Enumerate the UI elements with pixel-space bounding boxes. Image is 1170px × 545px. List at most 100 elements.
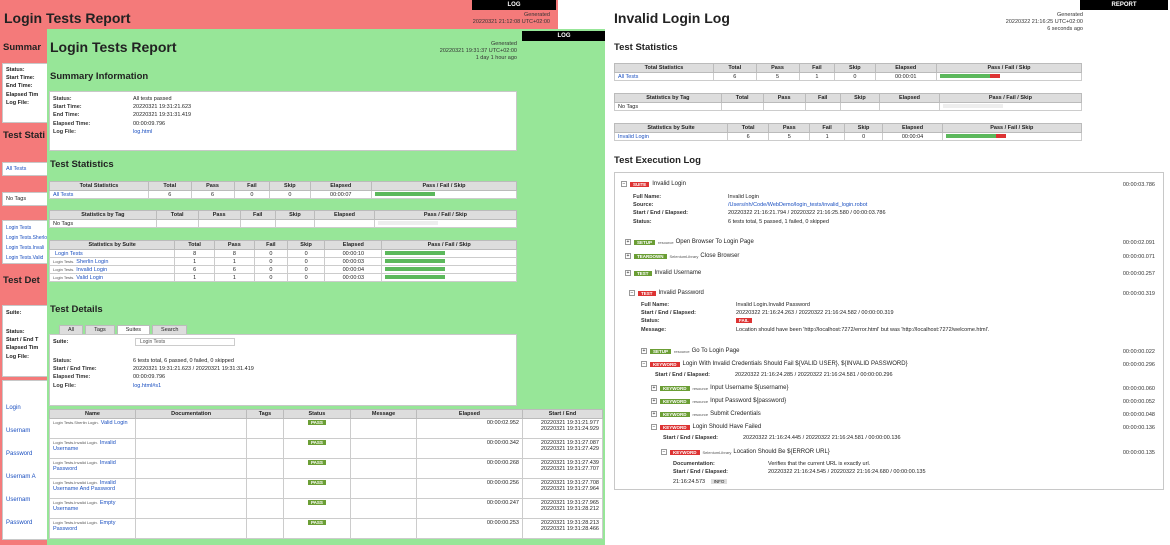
expand-icon[interactable]: + <box>651 411 657 417</box>
collapse-icon[interactable]: − <box>651 424 657 430</box>
table-row: Login Tests.Sherlin Login. Valid Login PAS… <box>49 418 603 439</box>
test-link[interactable]: Password <box>6 520 32 526</box>
collapse-icon[interactable]: − <box>641 361 647 367</box>
collapse-icon[interactable]: − <box>661 449 667 455</box>
generated-time: 20220321 21:12:08 UTC+02:00 <box>472 19 550 25</box>
generated-info: Generated 20220321 21:12:08 UTC+02:00 <box>360 12 550 26</box>
test1-elapsed: 00:00:00.257 <box>1122 271 1155 277</box>
test1-row[interactable]: + TEST Invalid Username <box>625 270 1163 276</box>
column-header: Statistics by Suite <box>613 123 729 133</box>
test-link[interactable]: Usernam <box>6 428 30 434</box>
test2-row[interactable]: − TEST Invalid Password <box>629 290 1163 296</box>
stat-skip: 0 <box>269 190 311 199</box>
suite-info-row: Source: /Users/nh/Code/WebDemo/login_test… <box>633 201 886 209</box>
teardown-row[interactable]: + TEARDOWN SeleniumLibrary Close Browser <box>625 253 1163 259</box>
kv-key: Full Name: <box>633 194 662 200</box>
kv-key: Status: <box>641 318 660 325</box>
stat-fail <box>239 219 276 228</box>
collapse-icon[interactable]: − <box>621 181 627 187</box>
expand-icon[interactable]: + <box>641 348 647 354</box>
status-cell: PASS <box>282 458 352 479</box>
test-link[interactable]: Login <box>6 405 21 411</box>
test-name-cell: Login Tests.Sherlin Login. Valid Login <box>49 418 136 439</box>
detail-row: Start / End Time: 20220321 19:31:21.623 /… <box>53 365 254 373</box>
kv-key: Status: <box>53 96 72 102</box>
suite-link[interactable]: Login Tests.Valid <box>6 255 43 261</box>
stat-name[interactable]: Login Tests <box>55 251 83 257</box>
keyword-name: Input Password ${password} <box>710 398 787 404</box>
stat-name[interactable]: Invalid Login <box>76 267 107 273</box>
suite-link[interactable]: Login Tests.Sherlo <box>6 235 47 241</box>
kv-value: 00:00:09.796 <box>133 120 166 127</box>
log-button[interactable]: LOG <box>472 0 556 10</box>
summary-row: End Time: 20220321 19:31:31.419 <box>53 111 191 119</box>
setup-tag: SETUP <box>634 239 656 245</box>
kv-value[interactable]: /Users/nh/Code/WebDemo/login_tests/inval… <box>728 202 867 208</box>
test2-elapsed: 00:00:00.319 <box>1122 291 1155 297</box>
suite-row[interactable]: − SUITE Invalid Login <box>621 181 1163 187</box>
expand-icon[interactable]: + <box>625 253 631 259</box>
doc-cell <box>134 418 248 439</box>
t2-setup-elapsed: 00:00:00.022 <box>1122 349 1155 355</box>
kv-value[interactable]: log.html <box>133 129 152 135</box>
suite-stats-table: Statistics by Suite Total Pass Fail Skip Elap… <box>613 123 1083 141</box>
t2-setup-row[interactable]: + SETUP resource Go To Login Page <box>641 348 1163 354</box>
stat-pass: 6 <box>213 265 255 274</box>
suite-link[interactable]: Login Tests.Invali <box>6 245 44 251</box>
test-link[interactable]: Password <box>6 451 32 457</box>
test1-name: Invalid Username <box>654 270 702 276</box>
kw-fail-row[interactable]: − KEYWORD Login Should Have Failed <box>651 424 1163 430</box>
exec-heading: Test Execution Log <box>614 155 701 166</box>
summary-row: Log File: log.html <box>53 128 191 136</box>
kw-loc-row[interactable]: − KEYWORD SeleniumLibrary Location Shoul… <box>661 449 1163 455</box>
stat-name[interactable]: Invalid Login <box>618 134 649 140</box>
expand-icon[interactable]: + <box>651 385 657 391</box>
kv-value[interactable]: log.html#s1 <box>133 383 161 389</box>
tests-table: Name Documentation Tags Status Message Elapse… <box>49 409 603 539</box>
column-header: Statistics by Tag <box>614 93 722 103</box>
column-header: Pass <box>768 123 811 133</box>
kw-main-row[interactable]: − KEYWORD Login With Invalid Credentials… <box>641 361 1163 367</box>
message-cell <box>350 458 417 479</box>
status-badge: PASS <box>307 440 326 445</box>
kw-sub-row[interactable]: + KEYWORD resource Submit Credentials <box>651 411 1163 417</box>
all-tests-link[interactable]: All Tests <box>6 166 26 172</box>
suite-link[interactable]: Login Tests <box>6 225 31 231</box>
keyword-lib: resource <box>692 385 709 391</box>
stat-elapsed <box>314 219 375 228</box>
start-end-cell: 20220321 19:31:27.965 20220321 19:31:28.2… <box>522 498 603 519</box>
expand-icon[interactable]: + <box>625 239 631 245</box>
log-button[interactable]: LOG <box>522 31 606 41</box>
table-row: Login Tests.Invalid Login. Empty Password… <box>49 518 603 539</box>
table-row: No Tags <box>49 219 518 228</box>
column-header: Elapsed <box>324 240 383 250</box>
column-header: Statistics by Suite <box>48 240 176 250</box>
elapsed-cell: 00:00:00.247 <box>415 498 524 519</box>
stat-name[interactable]: All Tests <box>618 74 638 80</box>
expand-icon[interactable]: + <box>651 398 657 404</box>
suite-select[interactable]: Login Tests <box>135 338 235 346</box>
stat-name[interactable]: Sherlin Login <box>76 259 108 265</box>
report-button[interactable]: REPORT <box>1080 0 1168 10</box>
test-link[interactable]: Usernam <box>6 497 30 503</box>
kv-value: All tests passed <box>133 96 172 102</box>
table-row: All Tests 6 6 0 0 00:00:07 <box>49 190 518 199</box>
test-link[interactable]: Usernam A <box>6 474 36 480</box>
status-badge: PASS <box>307 480 326 485</box>
kw-info-row: Documentation: Verifies that the current … <box>673 460 926 468</box>
setup-row[interactable]: + SETUP resource Open Browser To Login P… <box>625 239 1163 245</box>
test-name-link[interactable]: Valid Login <box>101 420 128 426</box>
kw-sub-row[interactable]: + KEYWORD resource Input Password ${passwor… <box>651 398 1163 404</box>
stat-name[interactable]: Valid Login <box>76 275 103 281</box>
stat-name[interactable]: All Tests <box>53 192 73 198</box>
expand-icon[interactable]: + <box>625 270 631 276</box>
column-header: Start / End <box>522 409 603 419</box>
stat-name-cell: No Tags <box>49 219 157 228</box>
kv-key: Start / End / Elapsed: <box>663 435 719 441</box>
column-header: Fail <box>253 240 288 250</box>
collapse-icon[interactable]: − <box>629 290 635 296</box>
total-stats-table: Total Statistics Total Pass Fail Skip Elapsed… <box>614 63 1083 81</box>
start-end-cell: 20220321 19:31:28.213 20220321 19:31:28.4… <box>522 518 603 539</box>
invalid-login-log-window: Invalid Login Log REPORT Generated 20220… <box>605 0 1170 545</box>
kw-sub-row[interactable]: + KEYWORD resource Input Username ${usernam… <box>651 385 1163 391</box>
